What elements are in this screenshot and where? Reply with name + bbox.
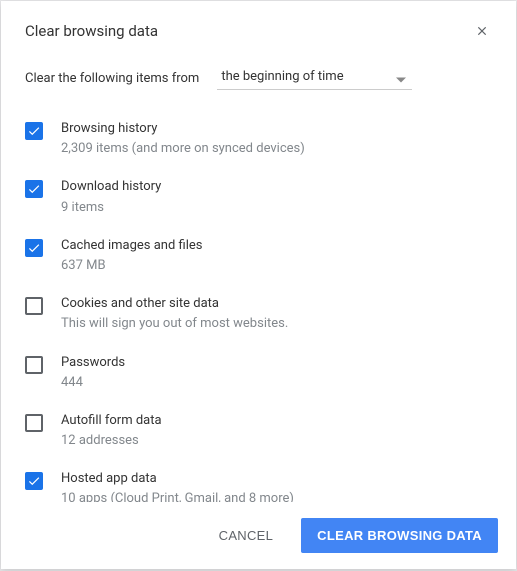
item-row: Cookies and other site data This will sig… [25,285,492,343]
item-description: 444 [61,374,492,392]
cancel-button[interactable]: Cancel [203,518,290,553]
chevron-down-icon [396,69,406,88]
clear-browsing-data-button[interactable]: Clear browsing data [301,518,498,553]
checkbox[interactable] [25,414,43,432]
item-label: Download history [61,178,492,196]
checkbox[interactable] [25,122,43,140]
check-icon [27,124,41,138]
item-text: Cookies and other site data This will sig… [61,295,492,333]
check-icon [27,182,41,196]
dialog-footer: Cancel Clear browsing data [1,502,516,569]
item-row: Passwords 444 [25,344,492,402]
item-label: Cookies and other site data [61,295,492,313]
checkbox[interactable] [25,297,43,315]
item-text: Hosted app data 10 apps (Cloud Print, Gma… [61,470,492,502]
items-list: Browsing history 2,309 items (and more on… [1,110,516,502]
checkbox[interactable] [25,356,43,374]
check-icon [27,474,41,488]
item-description: This will sign you out of most websites. [61,315,492,333]
item-row: Browsing history 2,309 items (and more on… [25,110,492,168]
clear-browsing-data-dialog: Clear browsing data Clear the following … [1,1,516,569]
item-label: Browsing history [61,120,492,138]
time-range-select[interactable]: the beginning of time [217,67,412,90]
item-description: 10 apps (Cloud Print, Gmail, and 8 more) [61,490,492,502]
item-text: Browsing history 2,309 items (and more on… [61,120,492,158]
dialog-header: Clear browsing data [1,1,516,57]
item-text: Cached images and files 637 MB [61,237,492,275]
item-description: 2,309 items (and more on synced devices) [61,140,492,158]
item-label: Passwords [61,354,492,372]
item-text: Autofill form data 12 addresses [61,412,492,450]
subheader-row: Clear the following items from the begin… [1,57,516,110]
checkbox[interactable] [25,180,43,198]
checkbox[interactable] [25,472,43,490]
item-text: Download history 9 items [61,178,492,216]
item-row: Hosted app data 10 apps (Cloud Print, Gma… [25,460,492,502]
item-label: Cached images and files [61,237,492,255]
item-label: Hosted app data [61,470,492,488]
close-icon [475,24,489,38]
item-row: Autofill form data 12 addresses [25,402,492,460]
checkbox[interactable] [25,239,43,257]
time-range-value: the beginning of time [217,67,412,86]
subheader-text: Clear the following items from [25,71,199,86]
item-description: 9 items [61,199,492,217]
item-row: Download history 9 items [25,168,492,226]
item-label: Autofill form data [61,412,492,430]
item-row: Cached images and files 637 MB [25,227,492,285]
item-text: Passwords 444 [61,354,492,392]
dialog-title: Clear browsing data [25,22,158,40]
item-description: 637 MB [61,257,492,275]
item-description: 12 addresses [61,432,492,450]
close-button[interactable] [472,21,492,41]
check-icon [27,241,41,255]
